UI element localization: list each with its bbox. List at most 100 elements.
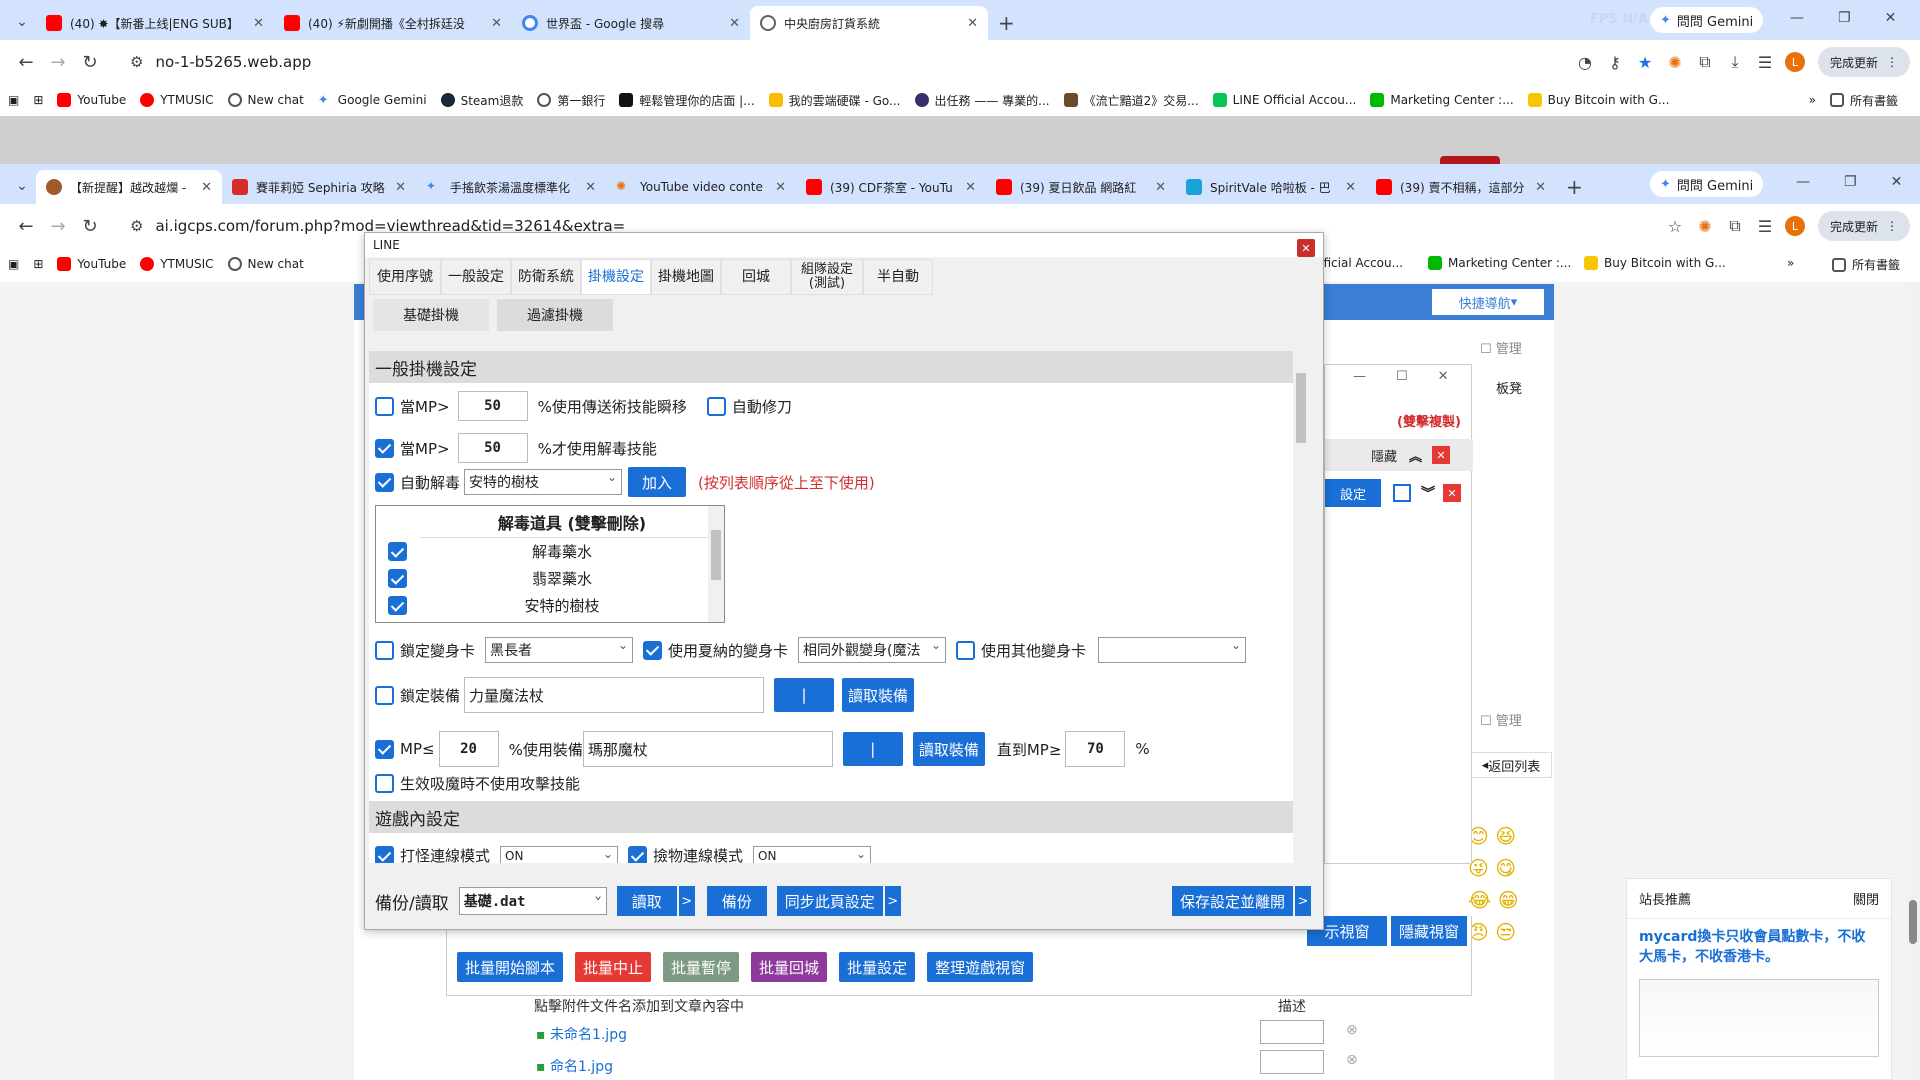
list-item-checkbox[interactable] [388, 569, 407, 588]
new-tab-icon[interactable]: + [1566, 170, 1583, 204]
mp-detox-input[interactable]: 50 [457, 433, 528, 463]
tab-defense[interactable]: 防衛系統 [511, 259, 581, 295]
close-tab-icon[interactable]: ✕ [201, 180, 212, 195]
save-exit-button[interactable]: 保存設定並離開 [1171, 886, 1293, 916]
recommend-text[interactable]: mycard換卡只收會員點數卡，不收大馬卡，不收香港卡。 [1627, 919, 1891, 975]
mp-equip-input[interactable]: 20 [438, 731, 499, 767]
pickup-link-checkbox[interactable] [628, 846, 648, 863]
batch-pause-button[interactable]: 批量暫停 [663, 952, 740, 982]
browser-tab[interactable]: (39) 賣不相稱，這部分 ✕ [1366, 170, 1556, 204]
list-item[interactable]: 解毒藥水 [376, 538, 724, 565]
close-tab-icon[interactable]: ✕ [1535, 180, 1546, 195]
media-queue-icon[interactable]: ☰ [1750, 47, 1780, 77]
collapse-up-icon[interactable]: ︽ [1409, 446, 1422, 465]
gemini-button[interactable]: ✦ 問問 Gemini [1650, 7, 1764, 33]
close-red-icon[interactable]: ✕ [1443, 484, 1461, 502]
sync-page-button[interactable]: 同步此頁設定 [776, 886, 883, 916]
close-window-icon[interactable]: ✕ [1438, 369, 1449, 384]
back-icon[interactable]: ← [10, 210, 42, 242]
batch-return-button[interactable]: 批量回城 [751, 952, 828, 982]
forward-icon[interactable]: → [42, 210, 74, 242]
mp-teleport-input[interactable]: 50 [457, 391, 528, 421]
browser-tab[interactable]: SpiritVale 哈啦板 - 巴 ✕ [1176, 170, 1366, 204]
bookmark-item[interactable]: YTMUSIC [140, 257, 214, 271]
close-tab-icon[interactable]: ✕ [965, 180, 976, 195]
mp-teleport-checkbox[interactable] [375, 396, 394, 416]
detox-item-select[interactable]: 安特的樹枝 [464, 469, 623, 495]
lock-card-select[interactable]: 黑長者 [485, 637, 634, 663]
recommend-thumbnail[interactable] [1639, 979, 1879, 1057]
add-detox-button[interactable]: 加入 [628, 467, 687, 497]
hide-window-button[interactable]: 隱藏視窗 [1391, 916, 1467, 946]
detox-item-list[interactable]: 解毒道具 (雙擊刪除) 解毒藥水 翡翠藥水 安特的樹枝 [375, 505, 725, 623]
arrange-windows-button[interactable]: 整理遊戲視窗 [927, 952, 1034, 982]
lock-equip-pipe-button[interactable]: | [774, 678, 835, 712]
tab-search-chevron-icon[interactable]: ⌄ [8, 172, 36, 200]
close-tab-icon[interactable]: ✕ [1345, 180, 1356, 195]
sidebar-icon[interactable]: ▣ [8, 93, 19, 107]
monster-link-checkbox[interactable] [375, 846, 394, 863]
close-tab-icon[interactable]: ✕ [1155, 180, 1166, 195]
sync-arrow-button[interactable]: > [884, 886, 901, 916]
more-bookmarks-icon[interactable]: » [1787, 256, 1794, 270]
site-info-icon[interactable]: ⚙ [130, 217, 143, 235]
reload-icon[interactable]: ↻ [74, 210, 106, 242]
backup-file-select[interactable]: 基礎.dat [458, 887, 607, 915]
bookmark-item[interactable]: ✦ Google Gemini [318, 93, 427, 108]
checkbox-icon[interactable] [1393, 484, 1411, 502]
mp-equip-name-input[interactable]: 瑪那魔杖 [582, 731, 833, 767]
browser-tab-active[interactable]: 【新提醒】越改越爛 - ✕ [36, 170, 222, 204]
sidebar-icon[interactable]: ▣ [8, 257, 19, 271]
attachment-file[interactable]: ▪ 未命名1.jpg [536, 1024, 627, 1044]
browser-tab[interactable]: ✺ YouTube video conte ✕ [606, 170, 796, 204]
list-item-checkbox[interactable] [388, 542, 407, 561]
minimize-icon[interactable]: — [1790, 10, 1804, 26]
desc-input[interactable] [1260, 1020, 1324, 1044]
bookmark-item[interactable]: YTMUSIC [140, 93, 214, 107]
bookmark-item[interactable]: LINE Official Accou... [1212, 93, 1356, 107]
bookmark-item[interactable]: 《流亡黯道2》交易... [1063, 92, 1199, 109]
restore-icon[interactable]: ❐ [1838, 10, 1851, 26]
close-tab-icon[interactable]: ✕ [395, 180, 406, 195]
download-icon[interactable]: ⤓ [1720, 47, 1750, 77]
mp-detox-checkbox[interactable] [375, 438, 394, 458]
list-item-checkbox[interactable] [388, 596, 407, 615]
minimize-icon[interactable]: — [1353, 369, 1366, 384]
mp-until-input[interactable]: 70 [1065, 731, 1126, 767]
bookmark-item[interactable]: Marketing Center :... [1370, 93, 1514, 107]
bookmark-item[interactable]: Steam退款 [440, 92, 523, 109]
browser-tab[interactable]: (39) CDF茶室 - YouTu ✕ [796, 170, 986, 204]
read-arrow-button[interactable]: > [678, 886, 695, 916]
extensions-puzzle-icon[interactable]: ⧉ [1690, 47, 1720, 77]
all-bookmarks-folder[interactable]: 所有書籤 [1829, 92, 1898, 109]
page-scrollbar[interactable] [1906, 282, 1920, 1080]
list-item[interactable]: 翡翠藥水 [376, 565, 724, 592]
manage-link[interactable]: ☐ 管理 [1480, 338, 1522, 357]
browser-tab-active[interactable]: 中央廚房訂貨系統 ✕ [750, 6, 988, 40]
pickup-link-select[interactable]: ON [753, 845, 872, 863]
more-bookmarks-icon[interactable]: » [1809, 93, 1816, 107]
close-red-icon[interactable]: ✕ [1432, 446, 1451, 464]
reload-icon[interactable]: ↻ [74, 46, 106, 78]
remove-attach-icon[interactable]: ⊗ [1346, 1022, 1358, 1038]
tab-return-town[interactable]: 回城 [721, 259, 791, 295]
tab-party[interactable]: 組隊設定 (測試) [791, 259, 863, 295]
media-queue-icon[interactable]: ☰ [1750, 211, 1780, 241]
back-to-list-button[interactable]: ◂ 返回列表 [1470, 752, 1552, 778]
restore-icon[interactable]: ❐ [1844, 174, 1857, 190]
performance-icon[interactable]: ◔ [1570, 47, 1600, 77]
site-info-icon[interactable]: ⚙ [130, 53, 143, 71]
extension-burst-icon[interactable]: ✺ [1660, 47, 1690, 77]
batch-stop-button[interactable]: 批量中止 [575, 952, 652, 982]
batch-settings-button[interactable]: 批量設定 [839, 952, 916, 982]
new-tab-icon[interactable]: + [998, 6, 1015, 40]
bookmark-item[interactable]: 出任務 —— 專業的... [914, 92, 1050, 109]
browser-tab[interactable]: (40) ⚡新劇開播《全村拆廷没 ✕ [274, 6, 512, 40]
recommend-close[interactable]: 關閉 [1853, 889, 1879, 908]
bookmark-star-icon[interactable]: ★ [1630, 47, 1660, 77]
list-item[interactable]: 安特的樹枝 [376, 592, 724, 619]
batch-start-button[interactable]: 批量開始腳本 [457, 952, 564, 982]
read-button[interactable]: 讀取 [616, 886, 677, 916]
collapse-down-icon[interactable]: ︾ [1421, 483, 1435, 503]
mp-equip-read-button[interactable]: 讀取裝備 [912, 732, 985, 766]
